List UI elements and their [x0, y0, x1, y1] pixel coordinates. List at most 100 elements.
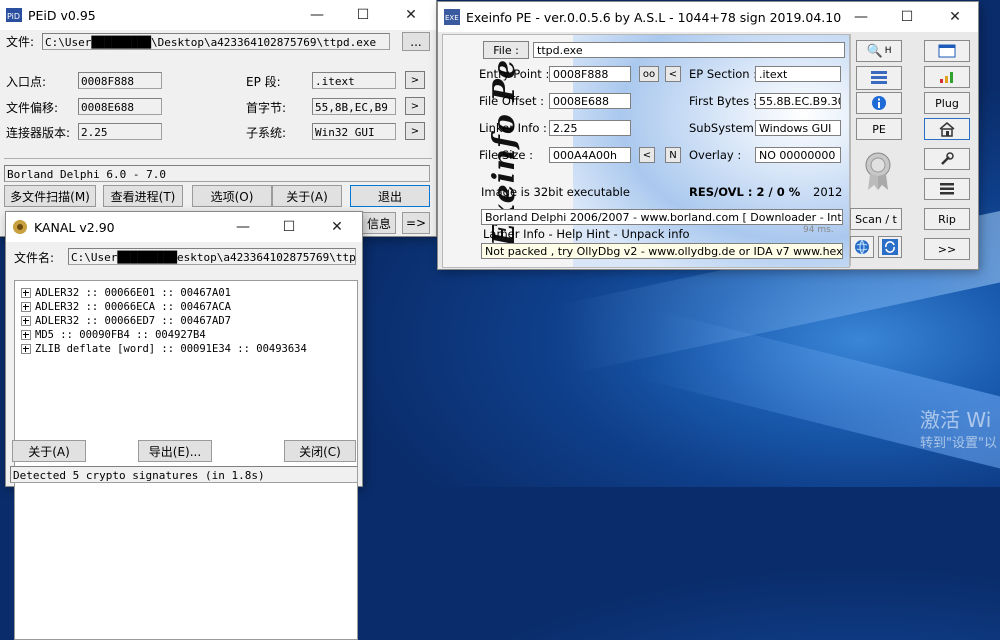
- kanal-titlebar[interactable]: KANAL v2.90 — ☐ ✕: [6, 212, 362, 242]
- browse-button[interactable]: ...: [402, 32, 430, 51]
- close-icon[interactable]: ✕: [314, 212, 360, 242]
- exeinfo-window: EXE Exeinfo PE - ver.0.0.5.6 by A.S.L - …: [438, 2, 978, 269]
- file-name-field[interactable]: C:\User█████████esktop\a423364102875769\…: [68, 248, 356, 265]
- desktop-light-beam: [637, 310, 1000, 480]
- plugins-arrow-button[interactable]: =>: [402, 212, 430, 234]
- next-button[interactable]: >>: [924, 238, 970, 260]
- open-window-button[interactable]: [924, 40, 970, 62]
- close-icon[interactable]: ✕: [388, 0, 434, 30]
- packer-hint-field[interactable]: Not packed , try OllyDbg v2 - www.ollydb…: [481, 243, 843, 259]
- rip-button[interactable]: Rip: [924, 208, 970, 230]
- prev-button[interactable]: <: [665, 66, 681, 82]
- first-bytes-arrow-button[interactable]: >: [405, 97, 425, 115]
- info-button[interactable]: [856, 92, 902, 114]
- minimize-icon[interactable]: —: [838, 2, 884, 32]
- maximize-icon[interactable]: ☐: [884, 2, 930, 32]
- n-button[interactable]: N: [665, 147, 681, 163]
- kanal-window: KANAL v2.90 — ☐ ✕ 文件名: C:\User█████████e…: [6, 212, 362, 640]
- about-button[interactable]: 关于(A): [272, 185, 342, 207]
- file-offset-field[interactable]: 0008E688: [549, 93, 631, 109]
- res-ovl-text: RES/OVL : 2 / 0 %: [689, 185, 801, 199]
- options-button[interactable]: 选项(O): [192, 185, 272, 207]
- first-bytes-field[interactable]: 55.8B.EC.B9.30: [755, 93, 841, 109]
- year-text: 2012: [813, 185, 843, 199]
- exeinfo-body: Exeinfo Pe File : ttpd.exe Entry Point :…: [438, 32, 978, 269]
- oo-button[interactable]: oo: [639, 66, 659, 82]
- minimize-icon[interactable]: —: [294, 0, 340, 30]
- first-bytes-field[interactable]: 55,8B,EC,B9: [312, 98, 396, 115]
- sections-button[interactable]: [856, 66, 902, 90]
- maximize-icon[interactable]: ☐: [340, 0, 386, 30]
- prev-button[interactable]: <: [639, 147, 655, 163]
- home-icon: [939, 122, 955, 137]
- lamer-info-link[interactable]: Lamer Info - Help Hint - Unpack info: [483, 227, 690, 241]
- export-button[interactable]: 导出(E)...: [138, 440, 212, 462]
- ep-section-label: EP Section :: [689, 67, 758, 81]
- close-icon[interactable]: ✕: [932, 2, 978, 32]
- search-hex-button[interactable]: 🔍 H: [856, 40, 902, 62]
- bar-chart-icon: [940, 72, 953, 83]
- detection-result-field[interactable]: Borland Delphi 6.0 - 7.0: [4, 165, 430, 182]
- file-name-field[interactable]: ttpd.exe: [533, 42, 845, 58]
- file-path-field[interactable]: C:\User█████████\Desktop\a42336410287576…: [42, 33, 390, 50]
- subsystem-field[interactable]: Win32 GUI: [312, 123, 396, 140]
- exit-button[interactable]: 退出: [350, 185, 430, 207]
- overlay-field[interactable]: NO 00000000: [755, 147, 841, 163]
- activate-windows-watermark: 激活 Wi: [920, 408, 992, 432]
- file-size-field[interactable]: 000A4A00h: [549, 147, 631, 163]
- maximize-icon[interactable]: ☐: [266, 212, 312, 242]
- stats-button[interactable]: [924, 66, 970, 88]
- status-bar: Detected 5 crypto signatures (in 1.8s): [10, 466, 358, 483]
- first-bytes-label: 首字节:: [246, 101, 287, 115]
- ep-section-field[interactable]: .itext: [312, 72, 396, 89]
- refresh-icon: [882, 239, 898, 255]
- svg-text:PiD: PiD: [7, 12, 20, 21]
- info-icon: [872, 96, 886, 110]
- about-button[interactable]: 关于(A): [12, 440, 86, 462]
- peid-app-icon: PiD: [6, 8, 22, 22]
- exeinfo-app-icon: EXE: [444, 9, 460, 25]
- ep-section-arrow-button[interactable]: >: [405, 71, 425, 89]
- linker-info-label: Linker Info :: [479, 121, 547, 135]
- plugins-button[interactable]: Plug: [924, 92, 970, 114]
- scan-time-text: 94 ms.: [803, 225, 834, 235]
- window-icon: [938, 44, 956, 58]
- tools-button[interactable]: [924, 148, 970, 170]
- expand-icon[interactable]: [21, 330, 31, 340]
- entry-point-field[interactable]: 0008F888: [549, 66, 631, 82]
- scan-button[interactable]: Scan / t: [850, 208, 902, 230]
- ep-section-field[interactable]: .itext: [755, 66, 841, 82]
- expand-icon[interactable]: [21, 344, 31, 354]
- menu-button[interactable]: [924, 178, 970, 200]
- subsystem-field[interactable]: Windows GUI: [755, 120, 841, 136]
- entry-point-field[interactable]: 0008F888: [78, 72, 162, 89]
- file-name-label: 文件名:: [14, 251, 55, 265]
- divider: [850, 34, 851, 266]
- overlay-label: Overlay :: [689, 148, 742, 162]
- home-button[interactable]: [924, 118, 970, 140]
- peid-titlebar[interactable]: PiD PEiD v0.95 — ☐ ✕: [0, 0, 436, 30]
- subsystem-arrow-button[interactable]: >: [405, 122, 425, 140]
- expand-icon[interactable]: [21, 302, 31, 312]
- file-button[interactable]: File :: [483, 41, 529, 59]
- detection-result-field[interactable]: Borland Delphi 2006/2007 - www.borland.c…: [481, 209, 843, 225]
- linker-info-field[interactable]: 2.25: [549, 120, 631, 136]
- web-button[interactable]: [850, 236, 874, 258]
- close-button[interactable]: 关闭(C): [284, 440, 356, 462]
- exeinfo-titlebar[interactable]: EXE Exeinfo PE - ver.0.0.5.6 by A.S.L - …: [438, 2, 978, 32]
- minimize-icon[interactable]: —: [220, 212, 266, 242]
- multi-file-scan-button[interactable]: 多文件扫描(M): [4, 185, 96, 207]
- magnifier-icon: 🔍: [866, 43, 883, 59]
- task-viewer-button[interactable]: 查看进程(T): [103, 185, 183, 207]
- tree-item[interactable]: ZLIB deflate [word] :: 00091E34 :: 00493…: [21, 341, 307, 357]
- pe-button[interactable]: PE: [856, 118, 902, 140]
- expand-icon[interactable]: [21, 316, 31, 326]
- file-offset-field[interactable]: 0008E688: [78, 98, 162, 115]
- expand-icon[interactable]: [21, 288, 31, 298]
- window-title: KANAL v2.90: [34, 219, 115, 235]
- refresh-button[interactable]: [878, 236, 902, 258]
- file-offset-label: 文件偏移:: [6, 101, 59, 115]
- linker-version-field[interactable]: 2.25: [78, 123, 162, 140]
- window-title: Exeinfo PE - ver.0.0.5.6 by A.S.L - 1044…: [466, 9, 842, 25]
- info-button[interactable]: 信息: [362, 212, 396, 234]
